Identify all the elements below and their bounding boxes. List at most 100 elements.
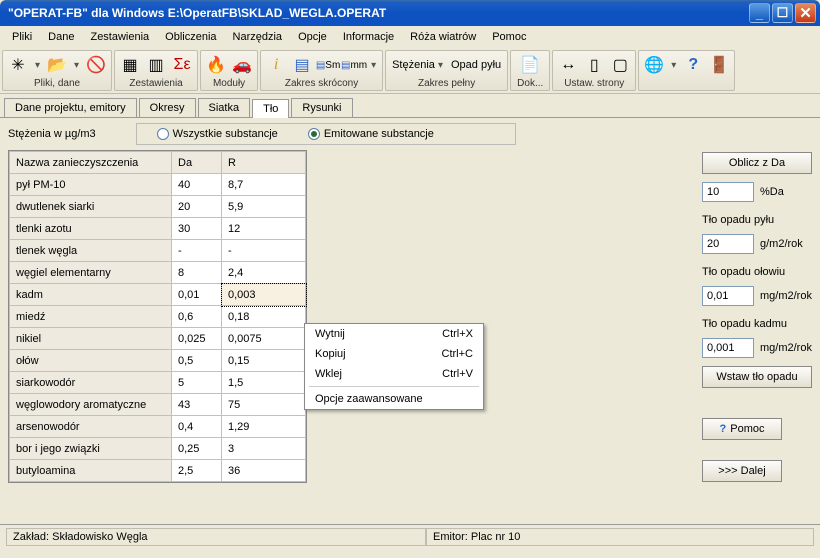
opad-pylu-button[interactable]: Opad pyłu <box>451 59 501 71</box>
pomoc-button[interactable]: ? Pomoc <box>702 418 782 440</box>
cell-name[interactable]: nikiel <box>10 328 172 350</box>
table-row[interactable]: nikiel0,0250,0075 <box>10 328 306 350</box>
cell-r[interactable]: 5,9 <box>222 196 306 218</box>
table-row[interactable]: tlenek węgla-- <box>10 240 306 262</box>
menu-zestawienia[interactable]: Zestawienia <box>82 28 157 46</box>
width-icon[interactable]: ↔ <box>559 56 577 74</box>
table2-icon[interactable]: ▥ <box>147 56 165 74</box>
cell-name[interactable]: węglowodory aromatyczne <box>10 394 172 416</box>
table-row[interactable]: bor i jego związki0,253 <box>10 438 306 460</box>
cell-r[interactable]: 0,003 <box>222 284 306 306</box>
cell-name[interactable]: ołów <box>10 350 172 372</box>
cell-name[interactable]: miedź <box>10 306 172 328</box>
menu-obliczenia[interactable]: Obliczenia <box>157 28 224 46</box>
tab-okresy[interactable]: Okresy <box>139 98 196 117</box>
page-icon[interactable]: ▯ <box>585 56 603 74</box>
menu-narzedzia[interactable]: Narzędzia <box>225 28 291 46</box>
table-icon[interactable]: ▦ <box>121 56 139 74</box>
open-icon[interactable]: 📂 <box>48 56 66 74</box>
input-kadmu[interactable] <box>702 338 754 358</box>
ctx-advanced[interactable]: Opcje zaawansowane <box>305 389 483 409</box>
tab-dane-projektu[interactable]: Dane projektu, emitory <box>4 98 137 117</box>
table-row[interactable]: butyloamina2,536 <box>10 460 306 482</box>
table-row[interactable]: arsenowodór0,41,29 <box>10 416 306 438</box>
ctx-cut[interactable]: WytnijCtrl+X <box>305 324 483 344</box>
info-i-icon[interactable]: i <box>267 56 285 74</box>
input-pylu[interactable] <box>702 234 754 254</box>
cell-da[interactable]: 8 <box>172 262 222 284</box>
cell-r[interactable]: 3 <box>222 438 306 460</box>
cell-da[interactable]: 0,6 <box>172 306 222 328</box>
table-row[interactable]: kadm0,010,003 <box>10 284 306 306</box>
cell-da[interactable]: - <box>172 240 222 262</box>
table-row[interactable]: tlenki azotu3012 <box>10 218 306 240</box>
cell-name[interactable]: tlenki azotu <box>10 218 172 240</box>
cell-da[interactable]: 20 <box>172 196 222 218</box>
stezenia-dropdown[interactable]: Stężenia ▾ <box>392 59 443 71</box>
tab-rysunki[interactable]: Rysunki <box>291 98 352 117</box>
new-icon[interactable]: ✳ <box>9 56 27 74</box>
table-row[interactable]: pył PM-10408,7 <box>10 174 306 196</box>
input-olowiu[interactable] <box>702 286 754 306</box>
minimize-button[interactable]: _ <box>749 3 770 23</box>
col-name[interactable]: Nazwa zanieczyszczenia <box>10 152 172 174</box>
wstaw-button[interactable]: Wstaw tło opadu <box>702 366 812 388</box>
substances-grid[interactable]: Nazwa zanieczyszczenia Da R pył PM-10408… <box>8 150 307 483</box>
doc-icon[interactable]: 📄 <box>521 56 539 74</box>
menu-opcje[interactable]: Opcje <box>290 28 335 46</box>
menu-informacje[interactable]: Informacje <box>335 28 402 46</box>
cell-da[interactable]: 40 <box>172 174 222 196</box>
page2-icon[interactable]: ▢ <box>611 56 629 74</box>
cell-r[interactable]: 1,29 <box>222 416 306 438</box>
table-row[interactable]: miedź0,60,18 <box>10 306 306 328</box>
cell-da[interactable]: 0,5 <box>172 350 222 372</box>
menu-dane[interactable]: Dane <box>40 28 82 46</box>
pct-da-input[interactable] <box>702 182 754 202</box>
maximize-button[interactable]: ☐ <box>772 3 793 23</box>
cell-name[interactable]: arsenowodór <box>10 416 172 438</box>
cell-da[interactable]: 0,25 <box>172 438 222 460</box>
table-row[interactable]: dwutlenek siarki205,9 <box>10 196 306 218</box>
ruler-sm-icon[interactable]: ▤Sm <box>319 56 337 74</box>
cell-name[interactable]: pył PM-10 <box>10 174 172 196</box>
cell-name[interactable]: kadm <box>10 284 172 306</box>
cell-da[interactable]: 0,025 <box>172 328 222 350</box>
help-icon[interactable]: ? <box>684 56 702 74</box>
oblicz-button[interactable]: Oblicz z Da <box>702 152 812 174</box>
menu-pomoc[interactable]: Pomoc <box>484 28 534 46</box>
close-button[interactable]: ✕ <box>795 3 816 23</box>
cell-r[interactable]: 75 <box>222 394 306 416</box>
dalej-button[interactable]: >>> Dalej <box>702 460 782 482</box>
cell-name[interactable]: węgiel elementarny <box>10 262 172 284</box>
cell-da[interactable]: 0,01 <box>172 284 222 306</box>
radio-emitowane[interactable]: Emitowane substancje <box>308 128 434 140</box>
forbidden-icon[interactable]: 🚫 <box>87 56 105 74</box>
fire-icon[interactable]: 🔥 <box>207 56 225 74</box>
cell-da[interactable]: 5 <box>172 372 222 394</box>
table-row[interactable]: ołów0,50,15 <box>10 350 306 372</box>
col-da[interactable]: Da <box>172 152 222 174</box>
cell-r[interactable]: 0,18 <box>222 306 306 328</box>
cell-r[interactable]: 2,4 <box>222 262 306 284</box>
cell-da[interactable]: 0,4 <box>172 416 222 438</box>
tab-siatka[interactable]: Siatka <box>198 98 251 117</box>
cell-r[interactable]: 0,15 <box>222 350 306 372</box>
cell-da[interactable]: 43 <box>172 394 222 416</box>
cell-name[interactable]: tlenek węgla <box>10 240 172 262</box>
cell-r[interactable]: - <box>222 240 306 262</box>
cell-name[interactable]: dwutlenek siarki <box>10 196 172 218</box>
globe-icon[interactable]: 🌐 <box>645 56 663 74</box>
cell-da[interactable]: 30 <box>172 218 222 240</box>
tab-tlo[interactable]: Tło <box>252 99 289 118</box>
cell-da[interactable]: 2,5 <box>172 460 222 482</box>
table-row[interactable]: siarkowodór51,5 <box>10 372 306 394</box>
menu-roza[interactable]: Róża wiatrów <box>402 28 484 46</box>
car-icon[interactable]: 🚗 <box>233 56 251 74</box>
ctx-paste[interactable]: WklejCtrl+V <box>305 364 483 384</box>
cell-r[interactable]: 36 <box>222 460 306 482</box>
cell-r[interactable]: 1,5 <box>222 372 306 394</box>
ruler1-icon[interactable]: ▤ <box>293 56 311 74</box>
cell-name[interactable]: butyloamina <box>10 460 172 482</box>
exit-icon[interactable]: 🚪 <box>710 56 728 74</box>
cell-name[interactable]: bor i jego związki <box>10 438 172 460</box>
